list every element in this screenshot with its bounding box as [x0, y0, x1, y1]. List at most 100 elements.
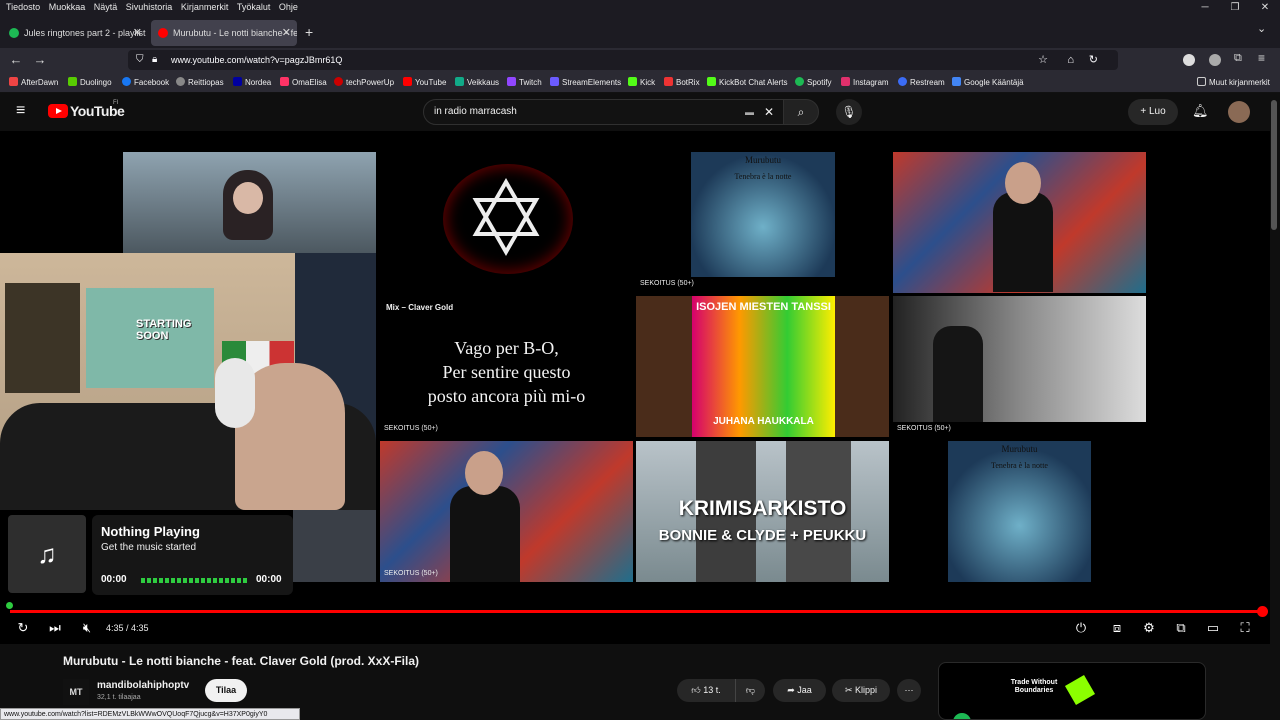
progress-scrubber[interactable]	[1257, 606, 1268, 617]
page-scrollbar[interactable]	[1271, 100, 1277, 230]
subtitles-icon[interactable]: ⧈	[1106, 617, 1128, 639]
extension-icon[interactable]	[1183, 54, 1195, 66]
progress-bar-fill[interactable]	[10, 610, 1262, 613]
thumbnail-mix-claver-gold[interactable]: Mix – Claver Gold Vago per B-O, Per sent…	[380, 296, 633, 437]
bookmark-instagram[interactable]: Instagram	[841, 77, 889, 88]
close-window-icon[interactable]: ✕	[1250, 0, 1280, 16]
tab-list-icon[interactable]: ⌄	[1257, 22, 1266, 35]
restore-icon[interactable]: ❐	[1220, 0, 1250, 16]
music-widget: ♫ Nothing Playing Get the music started …	[8, 515, 293, 595]
url-bar[interactable]: ⛉ 🔒︎ www.youtube.com/watch?v=pagzJBmr61Q…	[128, 50, 1118, 70]
bookmark-google-translate[interactable]: Google Kääntäjä	[952, 77, 1024, 88]
lock-icon[interactable]: 🔒︎	[152, 50, 157, 70]
clear-search-icon[interactable]: ✕	[764, 100, 774, 124]
bookmark-reittiopas[interactable]: Reittiopas	[176, 77, 224, 88]
search-input[interactable]: in radio marracash ▬ ✕	[423, 99, 784, 125]
app-menu-icon[interactable]: ≡	[1258, 51, 1265, 65]
bookmark-botrix[interactable]: BotRix	[664, 77, 700, 88]
theater-mode-icon[interactable]: ▭	[1202, 617, 1224, 639]
shield-icon[interactable]: ⛉	[136, 50, 144, 70]
replay-icon[interactable]: ↻	[12, 617, 34, 639]
close-tab-icon[interactable]: ✕	[133, 20, 142, 46]
bookmark-omaelisa[interactable]: OmaElisa	[280, 77, 327, 88]
bookmark-streamelements[interactable]: StreamElements	[550, 77, 621, 88]
account-icon[interactable]	[1209, 54, 1221, 66]
notifications-bell-icon[interactable]: 🔔︎	[1192, 103, 1209, 119]
bookmark-nordea[interactable]: Nordea	[233, 77, 271, 88]
thumbnail-krimisarkisto[interactable]: KRIMISARKISTO BONNIE & CLYDE + PEUKKU	[636, 441, 889, 582]
plus-icon: +	[1140, 106, 1149, 117]
bookmark-restream[interactable]: Restream	[898, 77, 945, 88]
thumbnail-murubutu-bottom[interactable]: Murubutu Tenebra è la notte	[893, 441, 1146, 582]
keyboard-icon[interactable]: ▬	[745, 100, 754, 124]
avatar[interactable]	[1228, 101, 1250, 123]
subscribe-button[interactable]: Tilaa	[205, 679, 247, 702]
new-tab-icon[interactable]: +	[305, 24, 313, 40]
more-actions-icon[interactable]: ⋯	[897, 679, 921, 702]
restream-icon	[898, 77, 907, 86]
tab-label: Jules ringtones part 2 - playlist	[24, 28, 146, 38]
share-button[interactable]: ➦ Jaa	[773, 679, 826, 702]
create-button[interactable]: + Luo	[1128, 99, 1178, 125]
mute-icon[interactable]: 🔇︎	[76, 617, 98, 639]
bookmark-duolingo[interactable]: Duolingo	[68, 77, 112, 88]
menu-item-file[interactable]: Tiedosto	[6, 0, 40, 14]
thumbnail-dark-figure[interactable]	[893, 296, 1146, 422]
dislike-button[interactable]: 👎︎	[735, 679, 765, 702]
chapter-marker	[6, 602, 13, 609]
bookmark-youtube[interactable]: YouTube	[403, 77, 446, 88]
bookmark-kick[interactable]: Kick	[628, 77, 655, 88]
bookmark-spotify[interactable]: Spotify	[795, 77, 831, 88]
extensions-puzzle-icon[interactable]: ⧉	[1234, 52, 1242, 65]
bookmark-kickbot[interactable]: KickBot Chat Alerts	[707, 77, 787, 88]
thumbnail-singer-bottom[interactable]: SEKOITUS (50+)	[380, 441, 633, 582]
close-tab-icon[interactable]: ✕	[282, 20, 291, 46]
reload-icon[interactable]: ↻	[1089, 50, 1098, 70]
music-time-start: 00:00	[101, 574, 127, 585]
menu-item-help[interactable]: Ohje	[279, 0, 298, 14]
bookmark-twitch[interactable]: Twitch	[507, 77, 542, 88]
miniplayer-icon[interactable]: ⧉	[1170, 617, 1192, 639]
fullscreen-icon[interactable]: ⛶	[1234, 617, 1256, 639]
afterdawn-icon	[9, 77, 18, 86]
menu-item-history[interactable]: Sivuhistoria	[126, 0, 173, 14]
settings-gear-icon[interactable]: ⚙	[1138, 617, 1160, 639]
menu-item-tools[interactable]: Työkalut	[237, 0, 271, 14]
twitch-icon	[507, 77, 516, 86]
hamburger-menu-icon[interactable]: ≡	[16, 102, 25, 120]
bookmark-other[interactable]: Muut kirjanmerkit	[1197, 77, 1270, 88]
thumbnail-woman[interactable]	[123, 152, 376, 253]
home-icon[interactable]: ⌂	[1067, 50, 1074, 70]
thumbnail-singer-top[interactable]	[893, 152, 1146, 293]
thumbnail-heartagram[interactable]	[380, 152, 633, 292]
menu-item-bookmarks[interactable]: Kirjanmerkit	[181, 0, 229, 14]
bookmark-star-icon[interactable]: ☆	[1038, 50, 1048, 70]
minimize-icon[interactable]: ─	[1190, 0, 1220, 16]
bookmark-veikkaus[interactable]: Veikkaus	[455, 77, 499, 88]
next-video-icon[interactable]: ⏭︎	[44, 617, 66, 639]
bookmark-afterdawn[interactable]: AfterDawn	[9, 77, 58, 88]
channel-name[interactable]: mandibolahiphoptv	[97, 680, 189, 691]
channel-avatar[interactable]: MT	[63, 679, 89, 705]
url-text: www.youtube.com/watch?v=pagzJBmr61Q	[171, 55, 343, 65]
menu-item-edit[interactable]: Muokkaa	[49, 0, 86, 14]
search-button[interactable]: ⌕	[783, 99, 819, 125]
thumbnail-murubutu-top[interactable]: Murubutu Tenebra è la notte SEKOITUS (50…	[636, 152, 889, 292]
bookmark-facebook[interactable]: Facebook	[122, 77, 169, 88]
tab-youtube-video[interactable]: Murubutu - Le notti bianche - fe ✕	[151, 20, 297, 46]
thumbnail-isojen-miesten-tanssi[interactable]: ISOJEN MIESTEN TANSSI JUHANA HAUKKALA	[636, 296, 889, 437]
menu-item-view[interactable]: Näytä	[94, 0, 118, 14]
like-button[interactable]: 👍︎ 13 t.	[677, 679, 735, 702]
techpowerup-icon	[334, 77, 343, 86]
youtube-logo-icon[interactable]	[48, 104, 68, 118]
ad-text: Trade Without Boundaries	[1010, 679, 1058, 694]
clip-button[interactable]: ✂ Klippi	[832, 679, 890, 702]
back-icon[interactable]: ←	[5, 50, 27, 70]
tab-playlist[interactable]: Jules ringtones part 2 - playlist ✕	[2, 20, 148, 46]
forward-icon[interactable]: →	[29, 50, 51, 70]
microphone-icon[interactable]: 🎙︎	[836, 99, 862, 125]
bookmark-techpowerup[interactable]: techPowerUp	[334, 77, 394, 88]
ad-banner[interactable]: Trade Without Boundaries	[938, 662, 1206, 720]
autoplay-toggle[interactable]: ⏻	[1070, 617, 1092, 639]
search-icon: ⌕	[797, 105, 805, 119]
